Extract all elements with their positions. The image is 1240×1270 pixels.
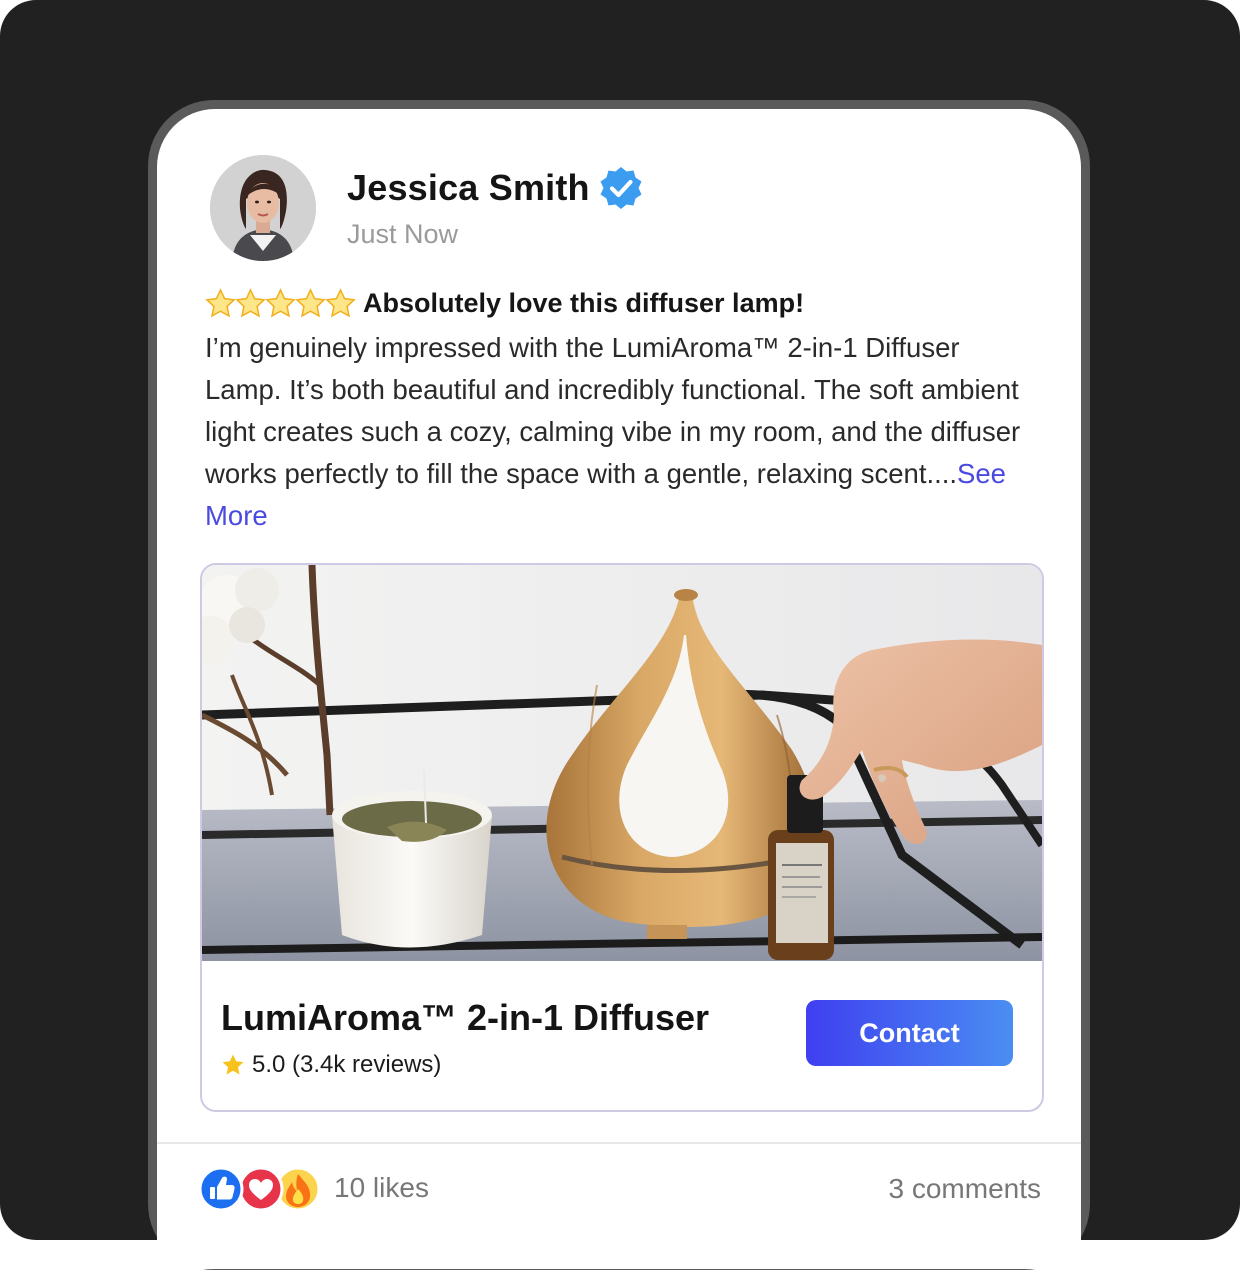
star-rating xyxy=(205,287,356,319)
star-icon xyxy=(235,287,266,317)
review-body: I’m genuinely impressed with the LumiAro… xyxy=(205,327,1025,537)
product-photo[interactable] xyxy=(202,565,1042,961)
reactions-group[interactable] xyxy=(197,1166,327,1212)
review-title: Absolutely love this diffuser lamp! xyxy=(363,287,805,318)
star-icon xyxy=(295,287,326,317)
heart-icon xyxy=(238,1166,284,1212)
review-text: I’m genuinely impressed with the LumiAro… xyxy=(205,332,1021,489)
product-name[interactable]: LumiAroma™ 2-in-1 Diffuser xyxy=(221,997,709,1039)
contact-button[interactable]: Contact xyxy=(806,1000,1013,1066)
star-icon xyxy=(205,287,236,317)
comments-count[interactable]: 3 comments xyxy=(889,1173,1042,1205)
post-screen: Jessica Smith Just Now Absolutely love t… xyxy=(157,109,1081,1269)
star-icon xyxy=(222,1054,244,1075)
star-icon xyxy=(325,287,356,317)
author-avatar[interactable] xyxy=(210,155,316,261)
review-content: Absolutely love this diffuser lamp! I’m … xyxy=(205,285,1035,537)
star-icon xyxy=(265,287,296,317)
review-title-row: Absolutely love this diffuser lamp! xyxy=(205,285,1035,321)
author-name[interactable]: Jessica Smith xyxy=(347,167,590,209)
verified-badge-icon xyxy=(600,167,642,209)
rating-text: 5.0 (3.4k reviews) xyxy=(252,1051,442,1078)
author-row: Jessica Smith xyxy=(347,165,644,211)
product-rating: 5.0 (3.4k reviews) xyxy=(221,1051,441,1079)
product-card[interactable]: LumiAroma™ 2-in-1 Diffuser 5.0 (3.4k rev… xyxy=(200,563,1044,1112)
divider xyxy=(157,1142,1081,1144)
post-timestamp: Just Now xyxy=(347,219,459,249)
likes-count[interactable]: 10 likes xyxy=(334,1172,429,1204)
like-icon xyxy=(198,1166,244,1212)
